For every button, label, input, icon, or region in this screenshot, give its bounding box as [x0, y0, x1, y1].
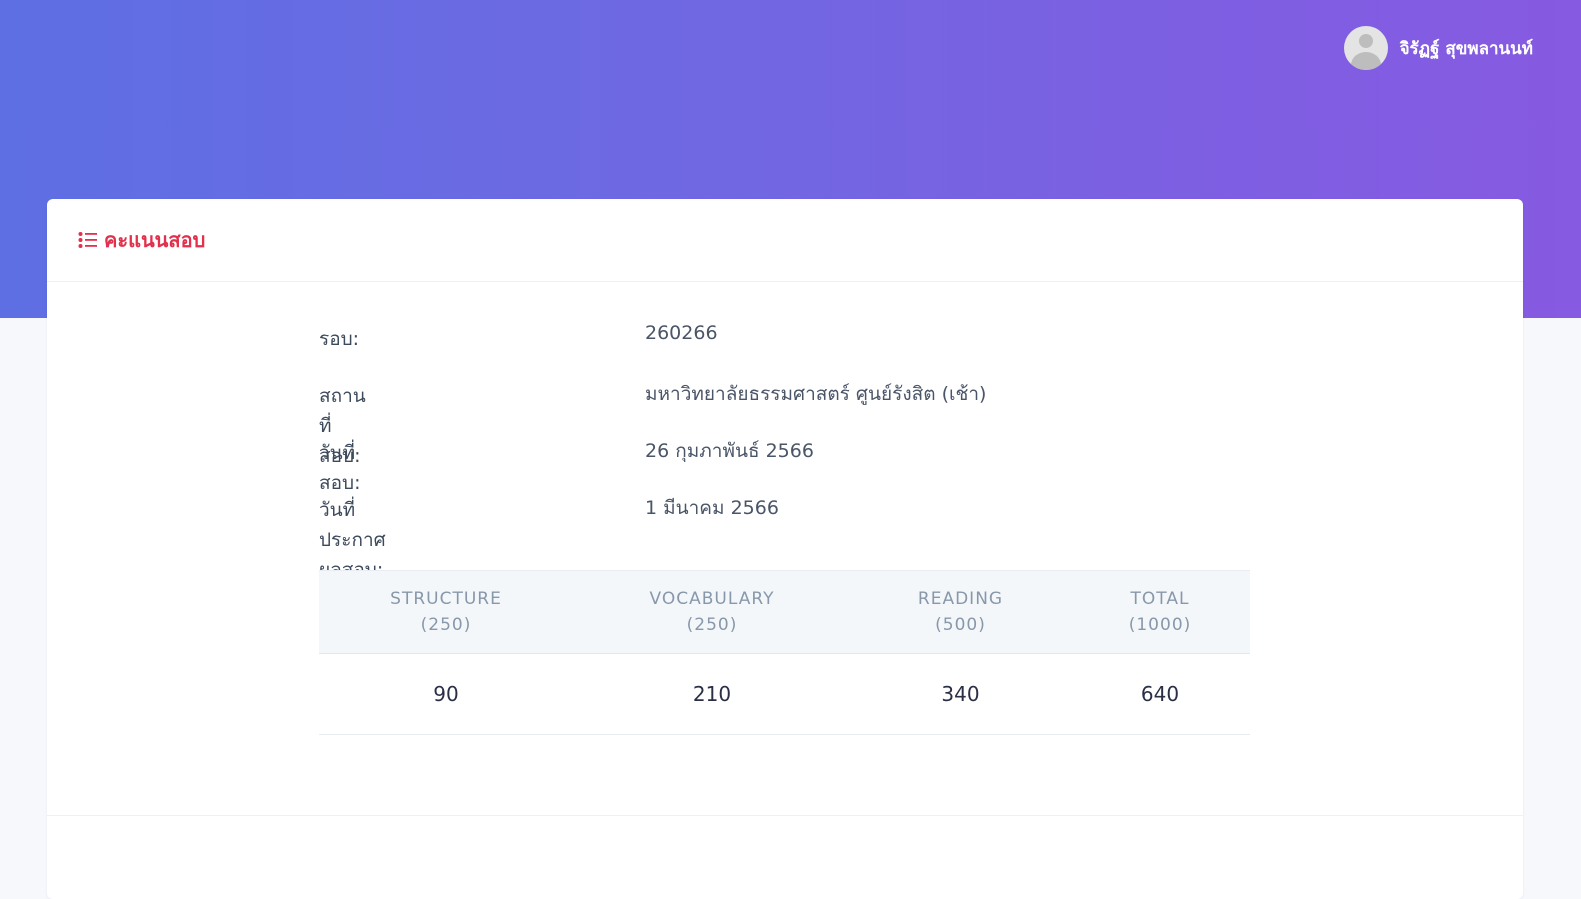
round-label: รอบ:: [319, 328, 360, 350]
reading-score: 340: [851, 653, 1070, 735]
total-score: 640: [1070, 653, 1250, 735]
card-title: คะแนนสอบ: [104, 228, 206, 252]
vocabulary-header: VOCABULARY (250): [573, 571, 851, 654]
card-divider: [47, 815, 1523, 816]
reading-header-name: READING: [917, 589, 1004, 609]
card-header: คะแนนสอบ: [47, 199, 1523, 282]
score-card: คะแนนสอบ รอบ: 260266 สถานที่สอบ: มหาวิทย…: [47, 199, 1523, 899]
list-icon: [78, 231, 98, 249]
structure-header: STRUCTURE (250): [319, 571, 573, 654]
user-menu[interactable]: จิรัฏฐ์ สุขพลานนท์: [1343, 26, 1533, 70]
vocabulary-header-name: VOCABULARY: [649, 589, 775, 609]
total-header-max: (1000): [1128, 615, 1192, 635]
avatar-body-shape: [1350, 52, 1381, 70]
avatar-head-shape: [1358, 34, 1373, 48]
score-table-header-row: STRUCTURE (250) VOCABULARY (250) READING…: [319, 570, 1250, 654]
location-value: มหาวิทยาลัยธรรมศาสตร์ ศูนย์รังสิต (เช้า): [645, 383, 987, 405]
score-table: STRUCTURE (250) VOCABULARY (250) READING…: [319, 570, 1250, 735]
vocabulary-score: 210: [573, 653, 851, 735]
exam-date-value: 26 กุมภาพันธ์ 2566: [645, 440, 814, 462]
user-name[interactable]: จิรัฏฐ์ สุขพลานนท์: [1400, 35, 1533, 62]
total-header: TOTAL (1000): [1070, 571, 1250, 654]
reading-header: READING (500): [851, 571, 1070, 654]
total-header-name: TOTAL: [1130, 589, 1190, 609]
avatar[interactable]: [1343, 26, 1388, 70]
structure-score: 90: [319, 653, 573, 735]
reading-header-max: (500): [935, 615, 986, 635]
round-value: 260266: [645, 322, 718, 344]
exam-date-label: วันที่สอบ:: [319, 442, 361, 494]
table-row: 90 210 340 640: [319, 653, 1250, 735]
result-date-value: 1 มีนาคม 2566: [645, 497, 779, 519]
vocabulary-header-max: (250): [686, 615, 738, 635]
structure-header-max: (250): [420, 615, 472, 635]
structure-header-name: STRUCTURE: [390, 589, 502, 609]
